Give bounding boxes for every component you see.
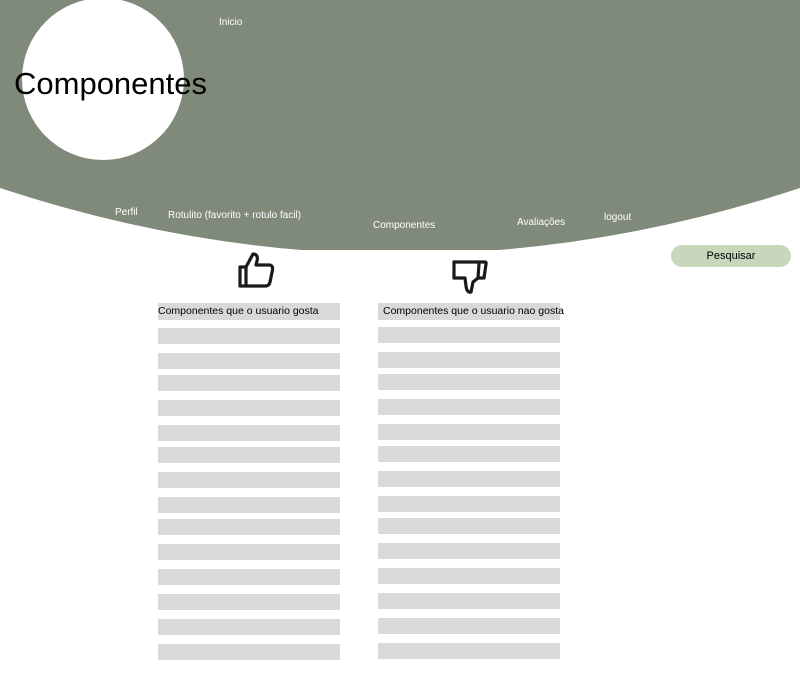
disliked-list-item[interactable]: [378, 327, 560, 343]
nav-perfil[interactable]: Perfil: [115, 207, 138, 219]
disliked-list-item[interactable]: [378, 543, 560, 559]
liked-list-item[interactable]: [158, 353, 340, 369]
nav-avaliacoes[interactable]: Avaliações: [517, 217, 565, 229]
liked-list-item[interactable]: [158, 497, 340, 513]
liked-list-item[interactable]: [158, 472, 340, 488]
disliked-list-item[interactable]: [378, 643, 560, 659]
disliked-list-item[interactable]: [378, 618, 560, 634]
nav-logout[interactable]: logout: [604, 212, 631, 224]
search-button[interactable]: Pesquisar: [671, 245, 791, 267]
nav-rotulito[interactable]: Rotulito (favorito + rotulo facil): [168, 210, 301, 222]
liked-list-item[interactable]: [158, 619, 340, 635]
liked-list-item[interactable]: [158, 569, 340, 585]
disliked-list-item[interactable]: [378, 446, 560, 462]
nav-componentes[interactable]: Componentes: [373, 220, 435, 232]
liked-components-list: Componentes que o usuario gosta: [158, 303, 340, 663]
liked-list-item[interactable]: [158, 644, 340, 660]
thumbs-down-icon[interactable]: [450, 258, 490, 298]
disliked-list-header: Componentes que o usuario nao gosta: [378, 303, 564, 320]
liked-list-item[interactable]: [158, 375, 340, 391]
liked-list-item[interactable]: [158, 594, 340, 610]
disliked-list-item[interactable]: [378, 518, 560, 534]
liked-list-item[interactable]: [158, 544, 340, 560]
liked-list-item[interactable]: [158, 425, 340, 441]
nav-inicio[interactable]: Inicio: [219, 17, 242, 29]
liked-list-item[interactable]: [158, 519, 340, 535]
liked-list-header: Componentes que o usuario gosta: [158, 303, 340, 320]
page-title: Componentes: [14, 66, 208, 101]
liked-list-item[interactable]: [158, 328, 340, 344]
liked-list-item[interactable]: [158, 400, 340, 416]
disliked-list-item[interactable]: [378, 568, 560, 584]
disliked-list-item[interactable]: [378, 593, 560, 609]
disliked-list-item[interactable]: [378, 352, 560, 368]
disliked-components-list: Componentes que o usuario nao gosta: [378, 303, 564, 663]
disliked-list-item[interactable]: [378, 424, 560, 440]
disliked-list-item[interactable]: [378, 399, 560, 415]
thumbs-up-icon[interactable]: [236, 250, 276, 290]
liked-list-item[interactable]: [158, 447, 340, 463]
disliked-list-item[interactable]: [378, 471, 560, 487]
disliked-list-item[interactable]: [378, 496, 560, 512]
disliked-list-item[interactable]: [378, 374, 560, 390]
